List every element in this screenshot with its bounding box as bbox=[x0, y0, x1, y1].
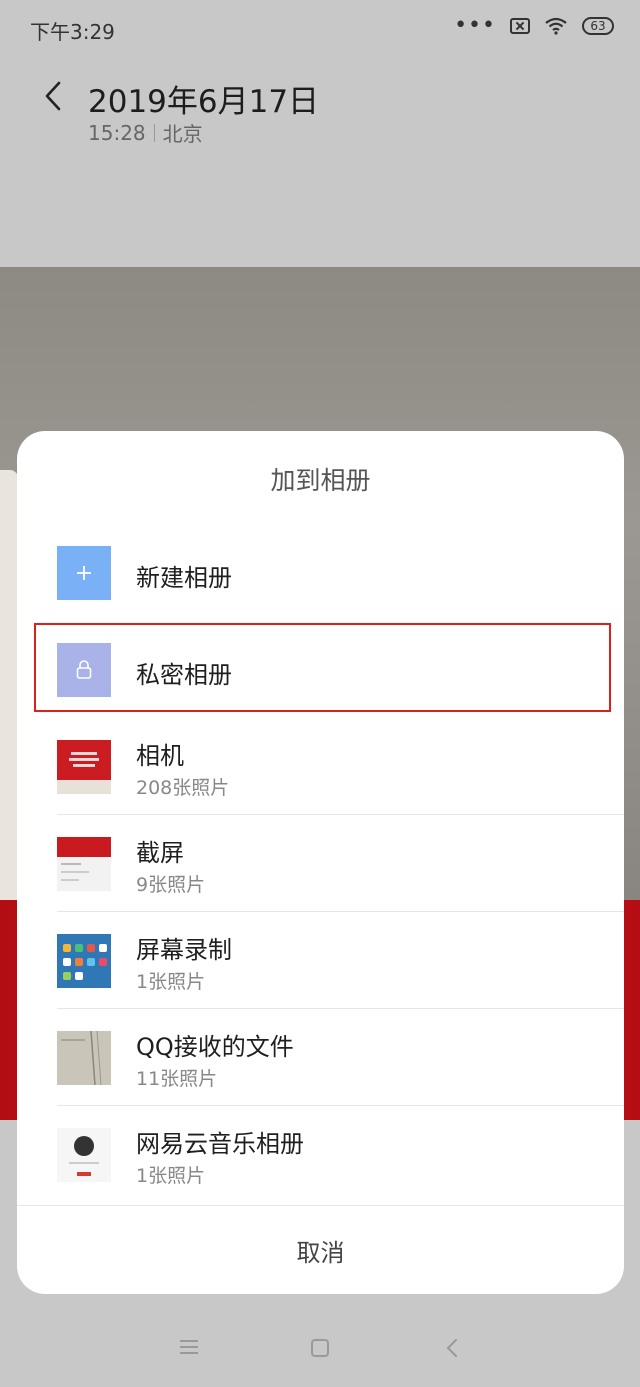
no-sim-icon bbox=[510, 18, 530, 34]
plus-icon bbox=[77, 566, 91, 580]
screenshots-thumb-image bbox=[57, 837, 111, 881]
back-button[interactable] bbox=[36, 78, 70, 114]
page-title: 2019年6月17日 bbox=[88, 84, 320, 120]
album-count: 11张照片 bbox=[136, 1068, 218, 1090]
status-time: 下午3:29 bbox=[30, 20, 115, 44]
back-icon[interactable] bbox=[446, 1338, 458, 1358]
system-nav-bar bbox=[0, 1310, 640, 1387]
photo-meta: 15:28 北京 bbox=[88, 118, 203, 147]
album-name: 相机 bbox=[136, 742, 184, 770]
album-row-screenshots[interactable]: 截屏 9张照片 bbox=[17, 815, 624, 912]
cancel-area: 取消 bbox=[17, 1205, 624, 1294]
album-name: 新建相册 bbox=[136, 564, 232, 592]
meta-separator bbox=[153, 123, 155, 142]
cancel-button[interactable]: 取消 bbox=[17, 1206, 624, 1294]
album-row-netease-music[interactable]: 网易云音乐相册 1张照片 bbox=[17, 1106, 624, 1203]
new-album-row[interactable]: 新建相册 bbox=[17, 524, 624, 621]
menu-icon[interactable] bbox=[180, 1340, 198, 1354]
highlight-box bbox=[34, 623, 611, 712]
album-name: 网易云音乐相册 bbox=[136, 1130, 304, 1158]
wifi-icon bbox=[545, 17, 567, 35]
album-name: 截屏 bbox=[136, 839, 184, 867]
netease-album-thumb bbox=[57, 1128, 111, 1182]
camera-thumb-image bbox=[57, 740, 111, 794]
album-count: 9张照片 bbox=[136, 874, 206, 896]
new-album-thumb bbox=[57, 546, 111, 600]
camera-album-thumb bbox=[57, 740, 111, 794]
album-name: 屏幕录制 bbox=[136, 936, 232, 964]
home-icon[interactable] bbox=[311, 1339, 329, 1357]
add-to-album-sheet: 加到相册 新建相册 私密相册 相机 208张照片 截屏 9张照片 屏幕录制 1张… bbox=[17, 431, 624, 1294]
photo-pen-object bbox=[0, 470, 18, 930]
album-row-qq-files[interactable]: QQ接收的文件 11张照片 bbox=[17, 1009, 624, 1106]
netease-thumb-image bbox=[57, 1128, 111, 1182]
chevron-left-icon bbox=[45, 81, 61, 111]
recording-thumb-image bbox=[57, 934, 111, 988]
more-dots-icon: ••• bbox=[454, 13, 496, 38]
battery-icon: 63 bbox=[582, 17, 614, 35]
status-icons: ••• 63 bbox=[454, 13, 614, 38]
photo-time: 15:28 bbox=[88, 120, 146, 145]
status-bar: 下午3:29 ••• 63 bbox=[0, 0, 640, 60]
album-count: 208张照片 bbox=[136, 777, 230, 799]
photo-location: 北京 bbox=[162, 122, 203, 146]
album-name: QQ接收的文件 bbox=[136, 1033, 294, 1061]
recording-album-thumb bbox=[57, 934, 111, 988]
qq-thumb-image bbox=[57, 1031, 111, 1085]
screenshots-album-thumb bbox=[57, 837, 111, 891]
album-count: 1张照片 bbox=[136, 1165, 206, 1187]
sheet-title: 加到相册 bbox=[270, 466, 371, 495]
album-row-camera[interactable]: 相机 208张照片 bbox=[17, 718, 624, 815]
qq-album-thumb bbox=[57, 1031, 111, 1085]
album-row-screen-recording[interactable]: 屏幕录制 1张照片 bbox=[17, 912, 624, 1009]
album-count: 1张照片 bbox=[136, 971, 206, 993]
